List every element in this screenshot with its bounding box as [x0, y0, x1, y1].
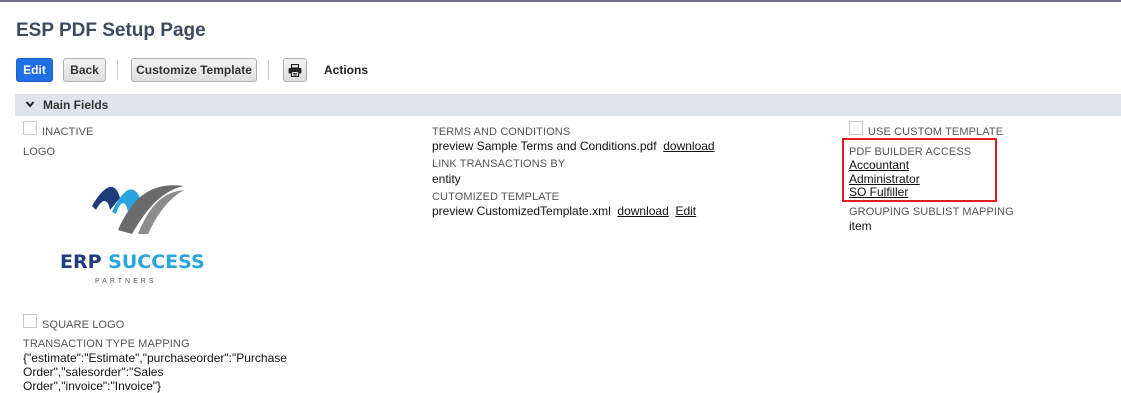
grouping-sublist-mapping-value: item [849, 219, 872, 233]
logo-brand-text: ERP SUCCESS [60, 251, 205, 273]
logo-sub-text: PARTNERS [95, 278, 156, 285]
use-custom-template-checkbox[interactable] [849, 121, 863, 135]
terms-and-conditions-label: TERMS AND CONDITIONS [432, 126, 571, 138]
pdf-builder-access-label: PDF BUILDER ACCESS [849, 146, 972, 158]
company-logo: ERP SUCCESS PARTNERS [58, 180, 208, 286]
customized-template-label: CUTOMIZED TEMPLATE [432, 191, 560, 203]
transaction-type-mapping-label: TRANSACTION TYPE MAPPING [23, 338, 190, 350]
template-edit-link[interactable]: Edit [675, 204, 696, 218]
customize-template-button[interactable]: Customize Template [131, 58, 257, 82]
top-border [0, 0, 1121, 2]
customized-template-value: preview CustomizedTemplate.xml download … [432, 204, 696, 218]
terms-and-conditions-value: preview Sample Terms and Conditions.pdf … [432, 139, 715, 153]
mapping-line-1: {"estimate":"Estimate","purchaseorder":"… [23, 351, 287, 379]
main-fields-section-header[interactable]: Main Fields [15, 94, 1121, 116]
inactive-checkbox[interactable] [23, 121, 37, 135]
link-transactions-by-value: entity [432, 172, 461, 186]
print-button[interactable] [283, 58, 307, 82]
inactive-label: INACTIVE [42, 126, 94, 138]
role-link-so-fulfiller[interactable]: SO Fulfiller [849, 185, 908, 199]
back-button[interactable]: Back [63, 58, 106, 82]
template-preview-link[interactable]: preview CustomizedTemplate.xml [432, 204, 611, 218]
printer-icon [288, 63, 302, 77]
page-title: ESP PDF Setup Page [16, 20, 206, 41]
square-logo-label: SQUARE LOGO [42, 319, 125, 331]
role-link-administrator[interactable]: Administrator [849, 172, 920, 186]
terms-preview-link[interactable]: preview Sample Terms and Conditions.pdf [432, 139, 657, 153]
actions-menu[interactable]: Actions [324, 63, 368, 77]
transaction-type-mapping-value: {"estimate":"Estimate","purchaseorder":"… [23, 351, 423, 393]
edit-button[interactable]: Edit [16, 58, 53, 82]
mapping-line-2: Order","invoice":"Invoice"} [23, 379, 162, 393]
logo-mark: ERP SUCCESS PARTNERS [60, 185, 205, 285]
link-transactions-by-label: LINK TRANSACTIONS BY [432, 158, 566, 170]
toolbar-separator [117, 60, 118, 80]
chevron-down-icon [25, 101, 35, 108]
section-title: Main Fields [43, 98, 109, 112]
template-download-link[interactable]: download [617, 204, 668, 218]
grouping-sublist-mapping-label: GROUPING SUBLIST MAPPING [849, 206, 1014, 218]
use-custom-template-label: USE CUSTOM TEMPLATE [868, 126, 1004, 138]
terms-download-link[interactable]: download [663, 139, 714, 153]
toolbar-separator [268, 60, 269, 80]
role-link-accountant[interactable]: Accountant [849, 158, 909, 172]
square-logo-checkbox[interactable] [23, 314, 37, 328]
logo-label: LOGO [23, 146, 56, 158]
